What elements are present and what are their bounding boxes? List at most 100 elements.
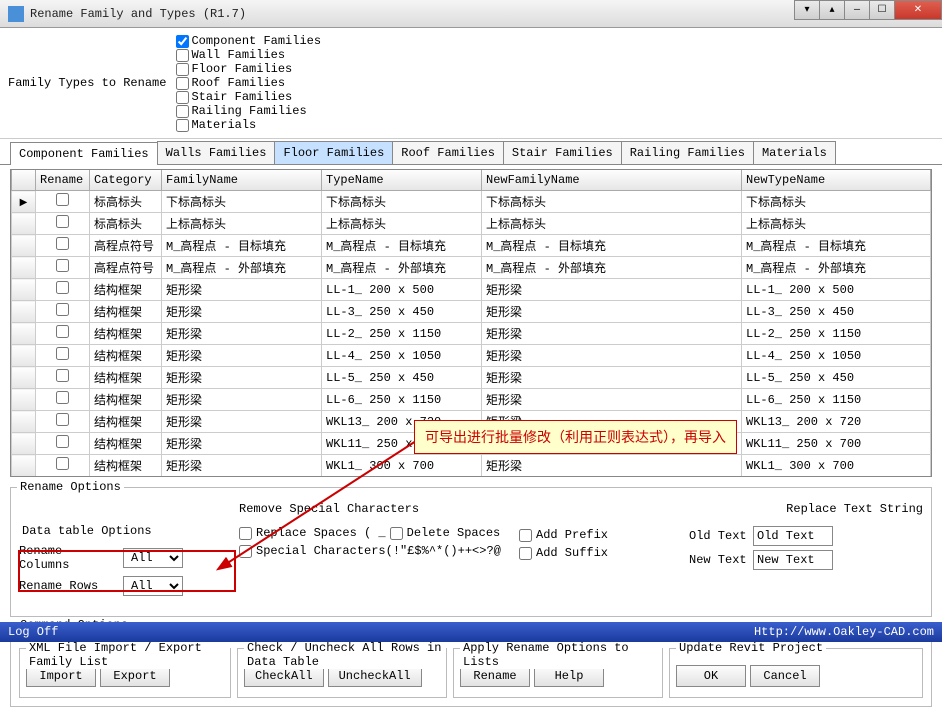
ok-button[interactable]: OK	[676, 665, 746, 687]
filter-checkbox-2[interactable]: Floor Families	[176, 62, 321, 76]
rename-checkbox[interactable]	[56, 303, 69, 316]
rename-checkbox[interactable]	[56, 193, 69, 206]
row-header[interactable]	[12, 389, 36, 411]
table-row[interactable]: 结构框架矩形梁LL-1_ 200 x 500矩形梁LL-1_ 200 x 500	[12, 279, 931, 301]
table-row[interactable]: 结构框架矩形梁LL-2_ 250 x 1150矩形梁LL-2_ 250 x 11…	[12, 323, 931, 345]
row-header[interactable]	[12, 301, 36, 323]
rename-checkbox-cell[interactable]	[36, 213, 90, 235]
table-row[interactable]: 结构框架矩形梁LL-3_ 250 x 450矩形梁LL-3_ 250 x 450	[12, 301, 931, 323]
footer-url[interactable]: Http://www.Oakley-CAD.com	[754, 625, 934, 639]
table-row[interactable]: 高程点符号M_高程点 - 目标填充M_高程点 - 目标填充M_高程点 - 目标填…	[12, 235, 931, 257]
rename-columns-select[interactable]: All	[123, 548, 183, 568]
special-chars-checkbox[interactable]	[239, 545, 252, 558]
rename-checkbox-cell[interactable]	[36, 323, 90, 345]
tab-materials[interactable]: Materials	[753, 141, 836, 164]
rename-checkbox-cell[interactable]	[36, 389, 90, 411]
table-row[interactable]: ▶标高标头下标高标头下标高标头下标高标头下标高标头	[12, 191, 931, 213]
rename-checkbox-cell[interactable]	[36, 301, 90, 323]
logoff-link[interactable]: Log Off	[8, 625, 58, 639]
close-button[interactable]: ✕	[894, 0, 942, 20]
rename-checkbox-cell[interactable]	[36, 455, 90, 477]
cell-newtypename[interactable]: LL-1_ 200 x 500	[742, 279, 931, 301]
column-header[interactable]: Rename	[36, 170, 90, 191]
cell-newfamilyname[interactable]: 上标高标头	[482, 213, 742, 235]
add-suffix-checkbox[interactable]	[519, 547, 532, 560]
filter-checkbox-5[interactable]: Railing Families	[176, 104, 321, 118]
row-header[interactable]	[12, 455, 36, 477]
filter-checkbox-0[interactable]: Component Families	[176, 34, 321, 48]
cell-newtypename[interactable]: WKL11_ 250 x 700	[742, 433, 931, 455]
table-row[interactable]: 结构框架矩形梁WKL1_ 300 x 700矩形梁WKL1_ 300 x 700	[12, 455, 931, 477]
help-icon[interactable]: ▴	[819, 0, 845, 20]
rename-checkbox-cell[interactable]	[36, 367, 90, 389]
row-header[interactable]	[12, 279, 36, 301]
rename-rows-select[interactable]: All	[123, 576, 183, 596]
column-header[interactable]: NewFamilyName	[482, 170, 742, 191]
filter-checkbox-4[interactable]: Stair Families	[176, 90, 321, 104]
maximize-button[interactable]: ☐	[869, 0, 895, 20]
cell-newfamilyname[interactable]: 下标高标头	[482, 191, 742, 213]
cell-newtypename[interactable]: 上标高标头	[742, 213, 931, 235]
tab-floor-families[interactable]: Floor Families	[274, 141, 393, 164]
cancel-button[interactable]: Cancel	[750, 665, 820, 687]
rename-checkbox[interactable]	[56, 215, 69, 228]
tab-roof-families[interactable]: Roof Families	[392, 141, 504, 164]
cell-newfamilyname[interactable]: 矩形梁	[482, 345, 742, 367]
cell-newfamilyname[interactable]: M_高程点 - 外部填充	[482, 257, 742, 279]
rename-checkbox[interactable]	[56, 281, 69, 294]
cell-newtypename[interactable]: WKL1_ 300 x 700	[742, 455, 931, 477]
cell-newtypename[interactable]: LL-4_ 250 x 1050	[742, 345, 931, 367]
filter-checkbox-3[interactable]: Roof Families	[176, 76, 321, 90]
cell-newtypename[interactable]: LL-5_ 250 x 450	[742, 367, 931, 389]
row-header[interactable]: ▶	[12, 191, 36, 213]
row-header[interactable]	[12, 235, 36, 257]
filter-checkbox-6[interactable]: Materials	[176, 118, 321, 132]
dropdown-icon[interactable]: ▾	[794, 0, 820, 20]
rename-checkbox[interactable]	[56, 347, 69, 360]
new-text-input[interactable]	[753, 550, 833, 570]
tab-railing-families[interactable]: Railing Families	[621, 141, 754, 164]
row-header[interactable]	[12, 213, 36, 235]
column-header[interactable]	[12, 170, 36, 191]
cell-newtypename[interactable]: M_高程点 - 外部填充	[742, 257, 931, 279]
table-row[interactable]: 标高标头上标高标头上标高标头上标高标头上标高标头	[12, 213, 931, 235]
rename-checkbox[interactable]	[56, 259, 69, 272]
column-header[interactable]: TypeName	[322, 170, 482, 191]
cell-newfamilyname[interactable]: 矩形梁	[482, 323, 742, 345]
table-row[interactable]: 高程点符号M_高程点 - 外部填充M_高程点 - 外部填充M_高程点 - 外部填…	[12, 257, 931, 279]
row-header[interactable]	[12, 345, 36, 367]
row-header[interactable]	[12, 323, 36, 345]
cell-newfamilyname[interactable]: 矩形梁	[482, 279, 742, 301]
column-header[interactable]: FamilyName	[162, 170, 322, 191]
tab-walls-families[interactable]: Walls Families	[157, 141, 276, 164]
rename-checkbox-cell[interactable]	[36, 433, 90, 455]
row-header[interactable]	[12, 367, 36, 389]
cell-newtypename[interactable]: LL-6_ 250 x 1150	[742, 389, 931, 411]
column-header[interactable]: Category	[90, 170, 162, 191]
rename-checkbox[interactable]	[56, 369, 69, 382]
delete-spaces-checkbox[interactable]	[390, 527, 403, 540]
table-row[interactable]: 结构框架矩形梁LL-4_ 250 x 1050矩形梁LL-4_ 250 x 10…	[12, 345, 931, 367]
rename-checkbox-cell[interactable]	[36, 411, 90, 433]
cell-newfamilyname[interactable]: 矩形梁	[482, 301, 742, 323]
tab-stair-families[interactable]: Stair Families	[503, 141, 622, 164]
rename-checkbox-cell[interactable]	[36, 345, 90, 367]
row-header[interactable]	[12, 411, 36, 433]
replace-spaces-checkbox[interactable]	[239, 527, 252, 540]
cell-newtypename[interactable]: M_高程点 - 目标填充	[742, 235, 931, 257]
cell-newfamilyname[interactable]: 矩形梁	[482, 367, 742, 389]
cell-newfamilyname[interactable]: 矩形梁	[482, 389, 742, 411]
cell-newtypename[interactable]: LL-3_ 250 x 450	[742, 301, 931, 323]
rename-checkbox[interactable]	[56, 413, 69, 426]
rename-checkbox[interactable]	[56, 435, 69, 448]
old-text-input[interactable]	[753, 526, 833, 546]
rename-checkbox-cell[interactable]	[36, 279, 90, 301]
rename-checkbox[interactable]	[56, 391, 69, 404]
cell-newfamilyname[interactable]: 矩形梁	[482, 455, 742, 477]
row-header[interactable]	[12, 257, 36, 279]
rename-checkbox-cell[interactable]	[36, 257, 90, 279]
cell-newtypename[interactable]: LL-2_ 250 x 1150	[742, 323, 931, 345]
table-row[interactable]: 结构框架矩形梁LL-5_ 250 x 450矩形梁LL-5_ 250 x 450	[12, 367, 931, 389]
tab-component-families[interactable]: Component Families	[10, 142, 158, 165]
rename-checkbox[interactable]	[56, 237, 69, 250]
